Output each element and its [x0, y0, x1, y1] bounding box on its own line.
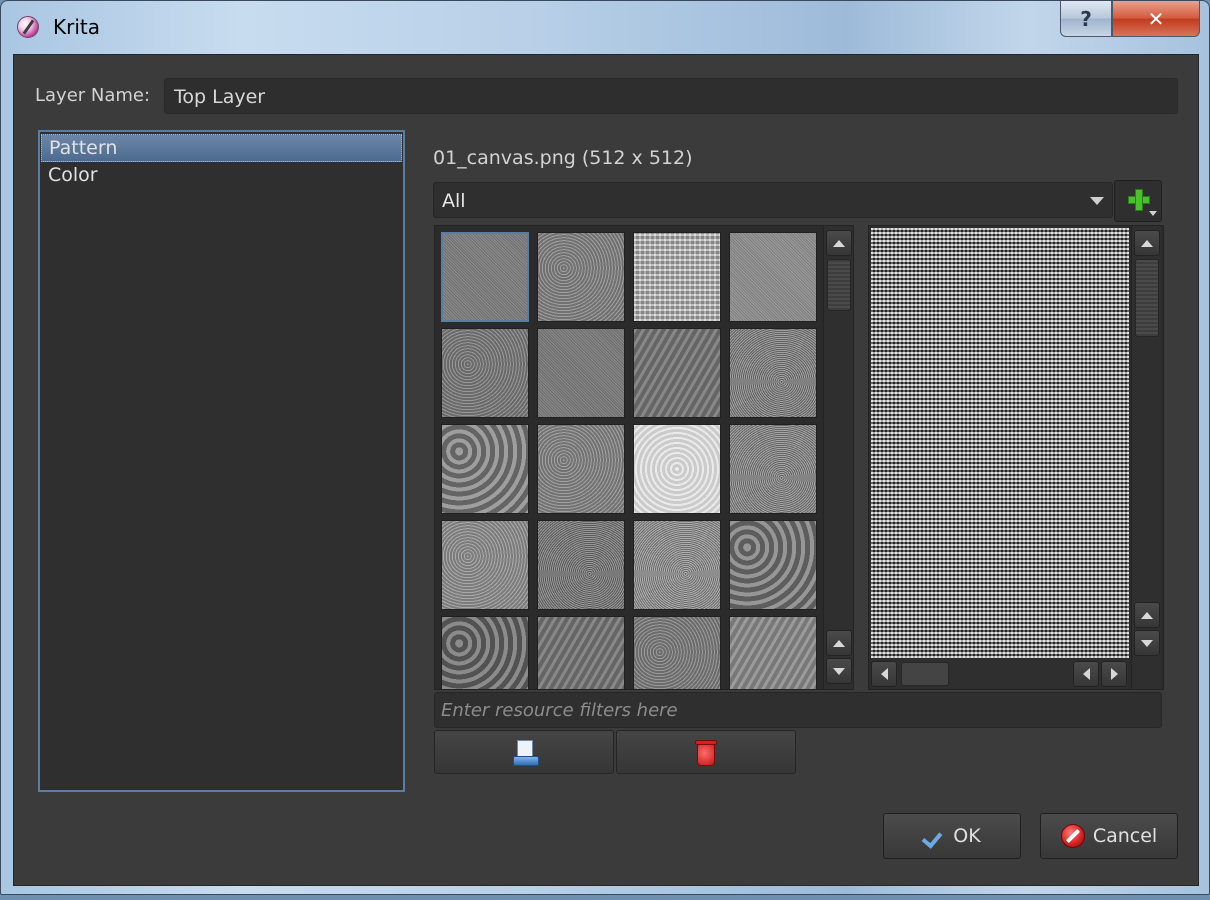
arrow-down-icon — [1141, 639, 1153, 647]
pattern-swatch[interactable] — [537, 424, 625, 514]
pattern-swatch[interactable] — [729, 424, 817, 514]
close-button[interactable]: ✕ — [1112, 1, 1200, 37]
dialog-body: Layer Name: Top Layer Pattern Color 01_c… — [13, 54, 1199, 886]
window-title: Krita — [53, 15, 100, 39]
scrollbar-thumb[interactable] — [827, 259, 851, 311]
preview-hscrollbar-thumb[interactable] — [901, 662, 949, 686]
import-resource-icon — [513, 740, 539, 766]
chevron-down-icon — [1090, 197, 1104, 205]
import-resource-button[interactable] — [434, 730, 614, 774]
title-bar[interactable]: Krita ? ✕ — [1, 1, 1209, 53]
arrow-left-icon — [1082, 668, 1090, 680]
pattern-swatch[interactable] — [729, 520, 817, 610]
preview-scroll-up-button-bottom[interactable] — [1134, 602, 1160, 628]
arrow-left-icon — [880, 668, 888, 680]
pattern-swatch[interactable] — [633, 328, 721, 418]
fill-type-list: Pattern Color — [38, 130, 405, 792]
pattern-swatch[interactable] — [441, 232, 529, 322]
arrow-up-icon — [833, 639, 845, 647]
pattern-swatch[interactable] — [441, 616, 529, 689]
pattern-swatch[interactable] — [537, 616, 625, 689]
checkmark-icon — [923, 827, 945, 845]
scroll-up-button-bottom[interactable] — [826, 630, 852, 656]
pattern-grid-scrollbar[interactable] — [823, 226, 853, 689]
preview-scroll-right-button[interactable] — [1101, 661, 1127, 687]
preview-scroll-left-button-right[interactable] — [1073, 661, 1099, 687]
tag-filter-value: All — [442, 190, 466, 212]
current-pattern-label: 01_canvas.png (512 x 512) — [433, 147, 693, 169]
preview-scroll-up-button[interactable] — [1134, 230, 1160, 256]
arrow-up-icon — [1141, 611, 1153, 619]
fill-type-item-pattern[interactable]: Pattern — [41, 134, 402, 162]
pattern-swatch[interactable] — [633, 520, 721, 610]
delete-resource-icon — [695, 739, 717, 767]
pattern-swatch[interactable] — [441, 424, 529, 514]
pattern-swatch[interactable] — [441, 520, 529, 610]
preview-horizontal-scrollbar[interactable] — [871, 660, 1129, 688]
dropdown-arrow-icon — [1149, 211, 1157, 216]
resource-filter-input[interactable]: Enter resource filters here — [434, 692, 1162, 728]
arrow-right-icon — [1110, 668, 1118, 680]
pattern-swatch[interactable] — [537, 520, 625, 610]
cancel-button-label: Cancel — [1092, 825, 1158, 847]
cancel-button[interactable]: Cancel — [1040, 813, 1178, 859]
pattern-swatch[interactable] — [729, 616, 817, 689]
preview-scroll-left-button[interactable] — [871, 661, 897, 687]
pattern-swatch[interactable] — [537, 328, 625, 418]
arrow-up-icon — [1141, 239, 1153, 247]
tag-filter-combo[interactable]: All — [433, 182, 1113, 218]
pattern-swatch[interactable] — [729, 232, 817, 322]
add-resource-button[interactable] — [1114, 180, 1162, 222]
ok-button-label: OK — [953, 825, 981, 847]
layer-name-input[interactable]: Top Layer — [164, 78, 1178, 114]
fill-type-item-color[interactable]: Color — [41, 162, 402, 190]
pattern-swatch[interactable] — [633, 232, 721, 322]
pattern-grid — [434, 225, 854, 690]
delete-resource-button[interactable] — [616, 730, 796, 774]
cancel-icon — [1060, 824, 1085, 848]
preview-vertical-scrollbar[interactable] — [1131, 226, 1161, 689]
arrow-down-icon — [833, 667, 845, 675]
ok-button[interactable]: OK — [883, 813, 1021, 859]
pattern-preview — [868, 225, 1164, 690]
krita-dialog-window: Krita ? ✕ Layer Name: Top Layer Pattern … — [0, 0, 1210, 895]
krita-icon — [17, 16, 39, 38]
pattern-swatch[interactable] — [441, 328, 529, 418]
help-button[interactable]: ? — [1060, 1, 1112, 37]
preview-scroll-down-button[interactable] — [1134, 630, 1160, 656]
pattern-swatch[interactable] — [633, 616, 721, 689]
scroll-up-button[interactable] — [826, 230, 852, 256]
arrow-up-icon — [833, 239, 845, 247]
scroll-down-button[interactable] — [826, 658, 852, 684]
pattern-swatch[interactable] — [729, 328, 817, 418]
preview-scrollbar-thumb[interactable] — [1135, 259, 1159, 337]
pattern-swatch[interactable] — [633, 424, 721, 514]
pattern-preview-image — [871, 228, 1129, 658]
layer-name-label: Layer Name: — [35, 85, 151, 106]
pattern-swatch[interactable] — [537, 232, 625, 322]
